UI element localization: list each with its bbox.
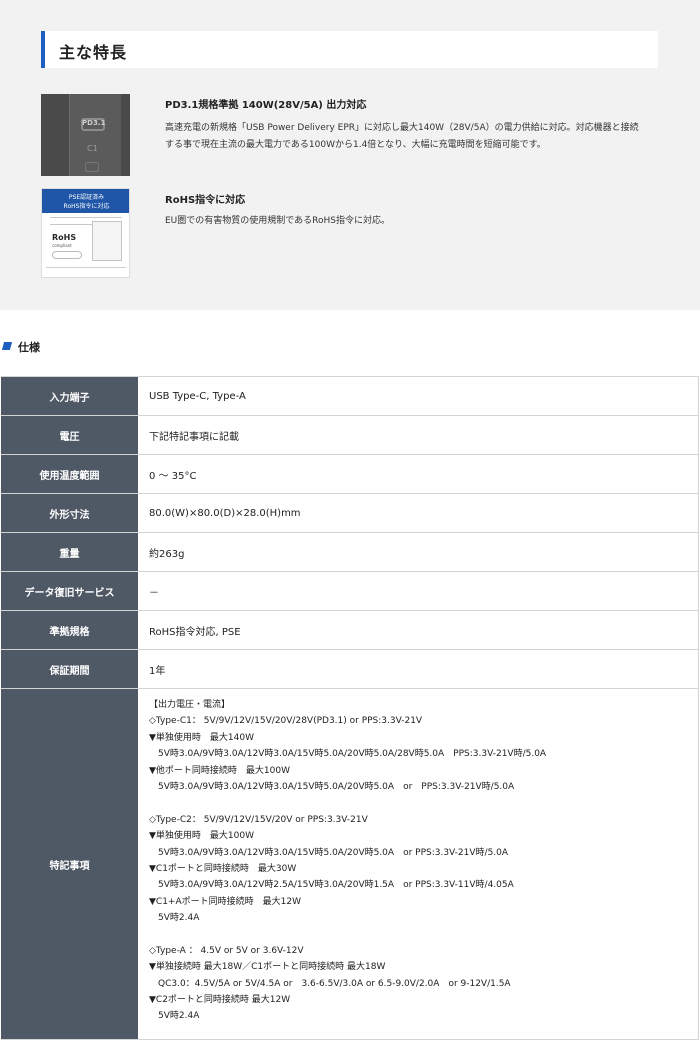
spec-row: 入力端子 USB Type-C, Type-A bbox=[1, 377, 699, 416]
note-line: 5V時2.4A bbox=[149, 1011, 200, 1022]
spec-heading-text: 仕様 bbox=[18, 341, 40, 354]
spec-value: 0 ～ 35°C bbox=[138, 455, 699, 493]
note-line bbox=[149, 795, 698, 811]
note-line: ▼C2ポートと同時接続時 最大12W bbox=[149, 995, 291, 1006]
features-heading: 主な特長 bbox=[59, 43, 128, 62]
spec-value: 下記特記事項に記載 bbox=[138, 416, 699, 454]
spec-row: データ復旧サービス － bbox=[1, 572, 699, 611]
port-label: PD3.1 bbox=[82, 119, 106, 127]
label-pse: PSE認証済み bbox=[68, 194, 105, 201]
rohs-pse-label-image: PSE認証済み RoHS指令に対応 RoHS compliant bbox=[41, 188, 130, 278]
spec-row: 使用温度範囲 0 ～ 35°C bbox=[1, 455, 699, 494]
note-line: ▼C1ポートと同時接続時 最大30W bbox=[149, 863, 297, 874]
section-marker-icon bbox=[1, 342, 13, 350]
spec-row: 外形寸法 80.0(W)×80.0(D)×28.0(H)mm bbox=[1, 494, 699, 533]
spec-label: データ復旧サービス bbox=[1, 572, 138, 610]
spec-label: 重量 bbox=[1, 533, 138, 571]
note-line: 【出力電圧・電流】 bbox=[149, 700, 231, 710]
note-line: ▼単独接続時 最大18W／C1ポートと同時接続時 最大18W bbox=[149, 962, 386, 973]
spec-value: 約263g bbox=[138, 533, 699, 571]
spec-row-notes: 特記事項 【出力電圧・電流】 ◇Type-C1： 5V/9V/12V/15V/2… bbox=[1, 689, 699, 1040]
feature-desc-rohs-line1: EU圏での有害物質の使用規制であるRoHS指令に対応。 bbox=[165, 216, 391, 226]
spec-row: 重量 約263g bbox=[1, 533, 699, 572]
spec-value: USB Type-C, Type-A bbox=[138, 377, 699, 415]
charger-port-photo: PD3.1 C1 bbox=[41, 94, 130, 176]
spec-value: 80.0(W)×80.0(D)×28.0(H)mm bbox=[138, 494, 699, 532]
port-name: C1 bbox=[87, 144, 98, 153]
spec-label: 入力端子 bbox=[1, 377, 138, 415]
pse-mark-icon bbox=[52, 251, 82, 259]
rohs-logo-sub: compliant bbox=[52, 243, 72, 248]
spec-label: 特記事項 bbox=[1, 689, 138, 1039]
note-line: ▼単独使用時 最大140W bbox=[149, 732, 254, 743]
label-rohs: RoHS指令に対応 bbox=[63, 203, 110, 210]
features-header: 主な特長 bbox=[41, 31, 658, 68]
spec-row: 電圧 下記特記事項に記載 bbox=[1, 416, 699, 455]
spec-table: 入力端子 USB Type-C, Type-A 電圧 下記特記事項に記載 使用温… bbox=[1, 376, 699, 1040]
note-line: ▼C1+Aポート同時接続時 最大12W bbox=[149, 896, 301, 907]
spec-label: 準拠規格 bbox=[1, 611, 138, 649]
usb-port-icon bbox=[85, 162, 99, 172]
spec-row: 保証期間 1年 bbox=[1, 650, 699, 689]
note-line bbox=[149, 926, 698, 942]
spec-value: － bbox=[138, 572, 699, 610]
features-section: 主な特長 PD3.1 C1 PD3.1規格準拠 140W(28V/5A) 出力対… bbox=[0, 0, 700, 310]
note-line: 5V時2.4A bbox=[149, 913, 200, 924]
note-line: 5V時3.0A/9V時3.0A/12V時2.5A/15V時3.0A/20V時1.… bbox=[149, 880, 514, 891]
header-accent-bar bbox=[41, 31, 45, 68]
spec-label: 外形寸法 bbox=[1, 494, 138, 532]
spec-value: 1年 bbox=[138, 650, 699, 688]
feature-desc-pd31-line1: 高速充電の新規格「USB Power Delivery EPR」に対応し最大14… bbox=[165, 123, 639, 133]
note-line: 5V時3.0A/9V時3.0A/12V時3.0A/15V時5.0A/20V時5.… bbox=[149, 781, 515, 792]
spec-label: 保証期間 bbox=[1, 650, 138, 688]
note-line: 5V時3.0A/9V時3.0A/12V時3.0A/15V時5.0A/20V時5.… bbox=[149, 847, 509, 858]
rohs-logo: RoHS bbox=[52, 233, 77, 242]
note-line: ◇Type-A ： 4.5V or 5V or 3.6V-12V bbox=[149, 945, 304, 956]
spec-notes-value: 【出力電圧・電流】 ◇Type-C1： 5V/9V/12V/15V/20V/28… bbox=[138, 689, 699, 1039]
spec-label: 電圧 bbox=[1, 416, 138, 454]
note-line: QC3.0：4.5V/5A or 5V/4.5A or 3.6-6.5V/3.0… bbox=[149, 978, 511, 989]
feature-title-pd31: PD3.1規格準拠 140W(28V/5A) 出力対応 bbox=[165, 100, 367, 111]
spec-value: RoHS指令対応, PSE bbox=[138, 611, 699, 649]
feature-desc-pd31-line2: する事で現在主流の最大電力である100Wから1.4倍となり、大幅に充電時間を短縮… bbox=[165, 140, 546, 150]
note-line: ◇Type-C1： 5V/9V/12V/15V/20V/28V(PD3.1) o… bbox=[149, 716, 423, 727]
note-line: ◇Type-C2： 5V/9V/12V/15V/20V or PPS:3.3V-… bbox=[149, 814, 368, 825]
note-line: 5V時3.0A/9V時3.0A/12V時3.0A/15V時5.0A/20V時5.… bbox=[149, 749, 547, 760]
note-line: ▼他ポート同時接続時 最大100W bbox=[149, 765, 290, 776]
note-line: ▼単独使用時 最大100W bbox=[149, 831, 254, 842]
feature-title-rohs: RoHS指令に対応 bbox=[165, 195, 246, 206]
spec-row: 準拠規格 RoHS指令対応, PSE bbox=[1, 611, 699, 650]
label-banner: PSE認証済み RoHS指令に対応 bbox=[42, 189, 129, 213]
spec-label: 使用温度範囲 bbox=[1, 455, 138, 493]
device-illustration bbox=[92, 221, 122, 261]
